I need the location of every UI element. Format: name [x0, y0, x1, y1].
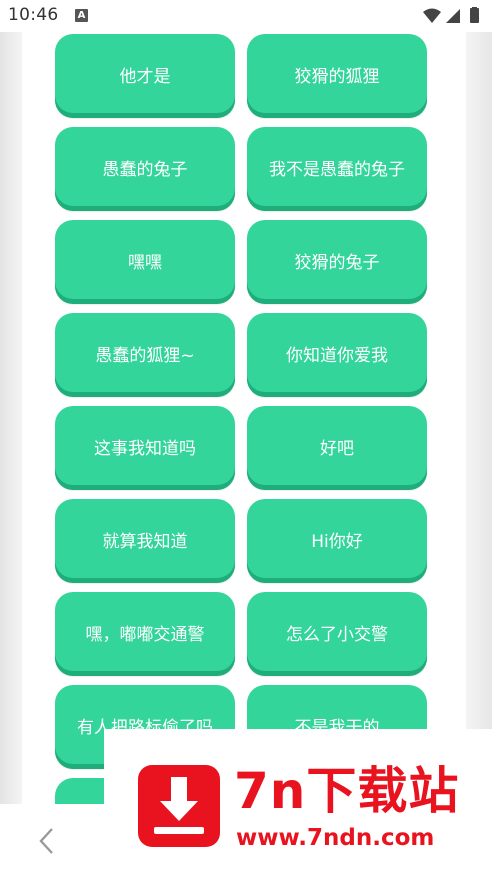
tile-button[interactable]: 愚蠢的狐狸~	[55, 313, 235, 397]
tile-button[interactable]: 好吧	[247, 406, 427, 490]
status-icons	[422, 7, 484, 25]
tile-button[interactable]: 嘿，嘟嘟交通警	[55, 592, 235, 676]
wifi-icon	[423, 8, 441, 23]
watermark-title: 7n下载站	[234, 762, 460, 820]
tile-button[interactable]: 嘿嘿	[55, 220, 235, 304]
tile-button[interactable]: 这事我知道吗	[55, 406, 235, 490]
tile-button[interactable]: 我不是愚蠢的兔子	[247, 127, 427, 211]
signal-icon	[446, 9, 460, 23]
tile-button[interactable]: 愚蠢的兔子	[55, 127, 235, 211]
tile-button[interactable]: 狡猾的狐狸	[247, 34, 427, 118]
notification-a-icon: A	[75, 9, 88, 22]
tile-button[interactable]: 狡猾的兔子	[247, 220, 427, 304]
tile-button[interactable]: 就算我知道	[55, 499, 235, 583]
tile-button[interactable]: 他才是	[55, 34, 235, 118]
left-edge	[0, 32, 22, 804]
tile-list-container[interactable]: 他才是 狡猾的狐狸 愚蠢的兔子 我不是愚蠢的兔子 嘿嘿 狡猾的兔子 愚蠢的狐狸~…	[22, 32, 466, 804]
status-bar: 10:46 A	[0, 0, 492, 32]
tile-grid: 他才是 狡猾的狐狸 愚蠢的兔子 我不是愚蠢的兔子 嘿嘿 狡猾的兔子 愚蠢的狐狸~…	[55, 34, 427, 804]
battery-icon	[470, 8, 479, 23]
status-time: 10:46	[8, 5, 59, 25]
tile-button[interactable]: 怎么了小交警	[247, 592, 427, 676]
back-button[interactable]	[30, 824, 64, 858]
right-edge	[466, 32, 492, 804]
download-arrow-icon	[138, 765, 220, 847]
chevron-left-icon	[39, 828, 53, 854]
tile-button[interactable]: Hi你好	[247, 499, 427, 583]
tile-button[interactable]: 你知道你爱我	[247, 313, 427, 397]
watermark-url: www.7ndn.com	[236, 825, 435, 851]
watermark-overlay: 7n下载站 www.7ndn.com	[104, 729, 492, 874]
